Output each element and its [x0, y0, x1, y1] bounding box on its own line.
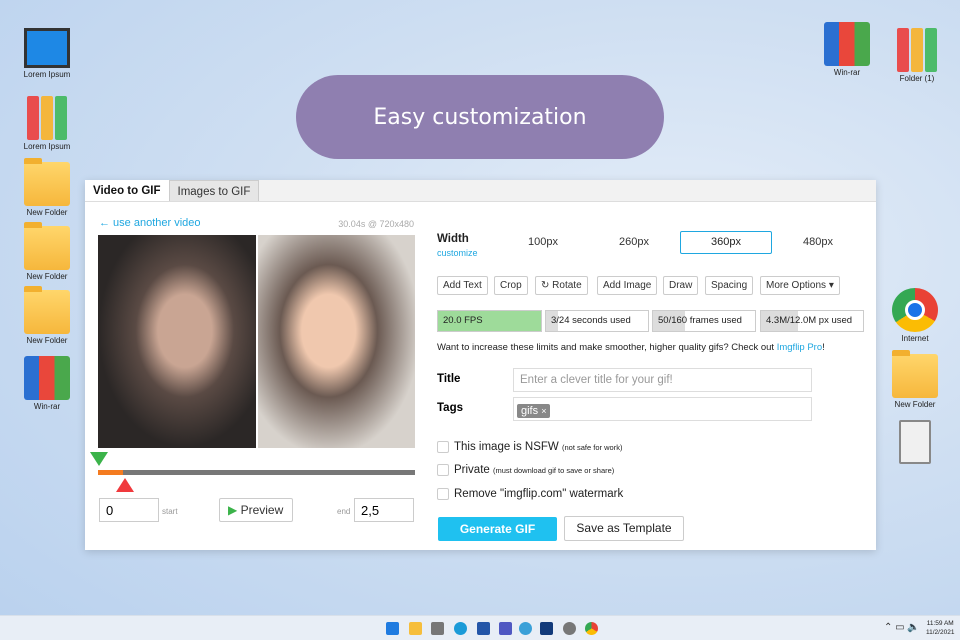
tab-video-to-gif[interactable]: Video to GIF [85, 180, 169, 201]
tab-images-to-gif[interactable]: Images to GIF [168, 180, 260, 201]
add-image-button[interactable]: Add Image [597, 276, 658, 295]
fps-label: 20.0 FPS [443, 315, 483, 326]
generate-gif-button[interactable]: Generate GIF [438, 517, 557, 541]
fps-bar: 20.0 FPS [437, 310, 542, 332]
clock-time: 11:59 AM [926, 620, 954, 627]
video-preview [98, 235, 415, 448]
tag-chip: gifs × [517, 404, 551, 418]
use-another-video-link[interactable]: ← use another video [99, 217, 201, 229]
private-text: Private [454, 464, 490, 476]
start-marker-handle[interactable] [90, 452, 108, 466]
clock[interactable]: 11:59 AM 11/2/2021 [926, 619, 954, 637]
crop-button[interactable]: Crop [494, 276, 528, 295]
recycle-bin-icon[interactable] [880, 420, 950, 466]
imgflip-pro-link[interactable]: Imgflip Pro [777, 342, 822, 353]
width-option-100[interactable]: 100px [528, 236, 558, 248]
upsell-text: Want to increase these limits and make s… [437, 342, 825, 353]
preview-button[interactable]: ▶ Preview [219, 498, 293, 522]
more-options-label: More Options [766, 280, 827, 291]
nsfw-checkbox[interactable] [437, 441, 449, 453]
spacing-button[interactable]: Spacing [705, 276, 754, 295]
end-input[interactable]: 2,5 [354, 498, 414, 522]
rotate-icon: ↻ [541, 280, 550, 291]
private-label: Private (must download gif to save or sh… [454, 464, 614, 476]
start-label: start [162, 507, 178, 516]
upsell-message: Want to increase these limits and make s… [437, 342, 777, 353]
desktop-icon-chrome[interactable]: Internet [880, 288, 950, 343]
watermark-checkbox[interactable] [437, 488, 449, 500]
end-marker-handle[interactable] [116, 478, 134, 492]
width-option-260[interactable]: 260px [619, 236, 649, 248]
customize-link[interactable]: customize [437, 248, 478, 258]
play-icon: ▶ [228, 503, 238, 517]
desktop-icon-folder[interactable]: New Folder [12, 286, 82, 345]
desktop-icon-winrar[interactable]: Win-rar [812, 22, 882, 77]
store-icon[interactable] [477, 622, 490, 635]
camera-icon[interactable] [431, 622, 444, 635]
seconds-bar: 3/24 seconds used [545, 310, 649, 332]
tag-remove-button[interactable]: × [541, 406, 546, 416]
chrome-icon[interactable] [585, 622, 598, 635]
desktop-icon-folder[interactable]: New Folder [880, 350, 950, 409]
private-checkbox[interactable] [437, 464, 449, 476]
frames-bar: 50/160 frames used [652, 310, 756, 332]
start-input[interactable]: 0 [99, 498, 159, 522]
upsell-end: ! [822, 342, 825, 353]
teams-icon[interactable] [499, 622, 512, 635]
title-input[interactable]: Enter a clever title for your gif! [513, 368, 812, 392]
start-icon[interactable] [386, 622, 399, 635]
rotate-button[interactable]: ↻ Rotate [535, 276, 588, 295]
tags-label: Tags [437, 402, 463, 414]
desktop-icon-binders[interactable]: Lorem Ipsum [12, 96, 82, 151]
tray-icons[interactable]: ⌃ ▭ 🔈 [884, 622, 920, 633]
save-as-template-button[interactable]: Save as Template [564, 516, 684, 541]
edge-icon[interactable] [454, 622, 467, 635]
pixels-label: 4.3M/12.0M px used [766, 315, 853, 326]
width-option-480[interactable]: 480px [803, 236, 833, 248]
private-note: (must download gif to save or share) [493, 466, 615, 475]
desktop-icon-folder[interactable]: New Folder [12, 222, 82, 281]
desktop-icon-computer[interactable]: Lorem Ipsum [12, 28, 82, 79]
add-text-button[interactable]: Add Text [437, 276, 488, 295]
settings-icon[interactable] [563, 622, 576, 635]
seconds-label: 3/24 seconds used [551, 315, 631, 326]
clock-date: 11/2/2021 [926, 629, 955, 636]
video-info: 30.04s @ 720x480 [338, 219, 414, 229]
title-label: Title [437, 373, 461, 385]
timeline-selection [98, 470, 124, 475]
watermark-label: Remove "imgflip.com" watermark [454, 488, 624, 500]
more-options-button[interactable]: More Options ▾ [760, 276, 840, 295]
nsfw-text: This image is NSFW [454, 441, 559, 453]
imgflip-app-icon[interactable] [540, 622, 553, 635]
taskbar: ⌃ ▭ 🔈 11:59 AM 11/2/2021 [0, 615, 960, 640]
rotate-label: Rotate [552, 280, 582, 291]
file-explorer-icon[interactable] [409, 622, 422, 635]
banner: Easy customization [296, 75, 664, 159]
pixels-bar: 4.3M/12.0M px used [760, 310, 864, 332]
nsfw-note: (not safe for work) [562, 443, 623, 452]
width-option-360[interactable]: 360px [680, 231, 772, 254]
desktop-icon-winrar[interactable]: Win-rar [12, 356, 82, 411]
tags-input[interactable]: gifs × [513, 397, 812, 421]
width-label: Width [437, 233, 469, 245]
tag-label: gifs [521, 405, 539, 417]
preview-label: Preview [240, 503, 284, 517]
end-label: end [337, 507, 351, 516]
frames-label: 50/160 frames used [658, 315, 742, 326]
desktop-icon-folder[interactable]: New Folder [12, 158, 82, 217]
nsfw-label: This image is NSFW (not safe for work) [454, 441, 622, 453]
caret-down-icon: ▾ [828, 280, 834, 291]
timeline-track[interactable] [98, 470, 415, 475]
gif-maker-panel: Video to GIF Images to GIF ← use another… [85, 180, 876, 550]
maps-icon[interactable] [519, 622, 532, 635]
draw-button[interactable]: Draw [663, 276, 699, 295]
desktop-icon-binders[interactable]: Folder (1) [882, 28, 952, 83]
